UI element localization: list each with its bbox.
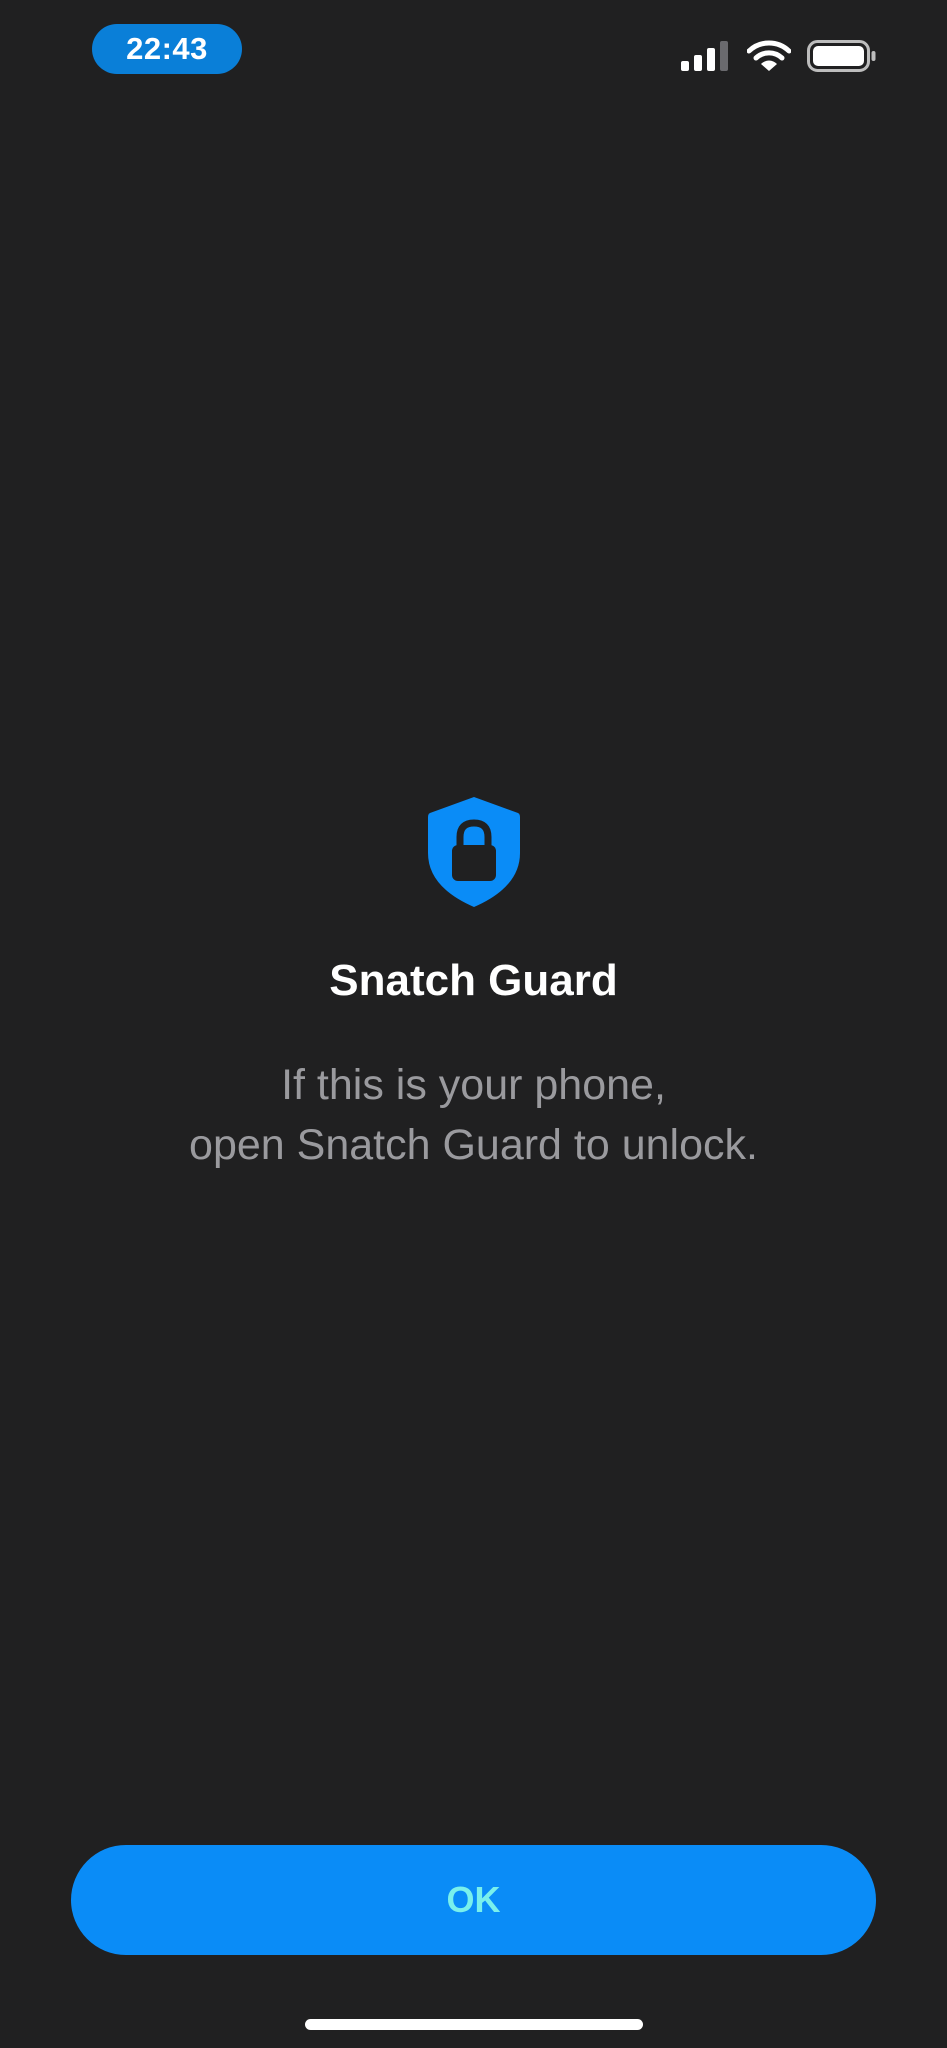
status-bar: 22:43 [0,0,947,100]
battery-icon [807,40,876,72]
message-line-1: If this is your phone, [281,1061,666,1109]
cellular-signal-icon [681,41,728,71]
guard-content: Snatch Guard If this is your phone, open… [0,795,947,1175]
unlock-message: If this is your phone, open Snatch Guard… [0,1055,947,1175]
status-time[interactable]: 22:43 [92,24,242,74]
message-line-2: open Snatch Guard to unlock. [189,1121,758,1169]
status-icons [681,36,877,76]
ok-button[interactable]: OK [71,1845,876,1955]
wifi-icon [747,40,791,71]
shield-lock-icon [427,797,520,907]
home-indicator[interactable] [305,2019,643,2030]
app-title: Snatch Guard [329,956,618,1005]
